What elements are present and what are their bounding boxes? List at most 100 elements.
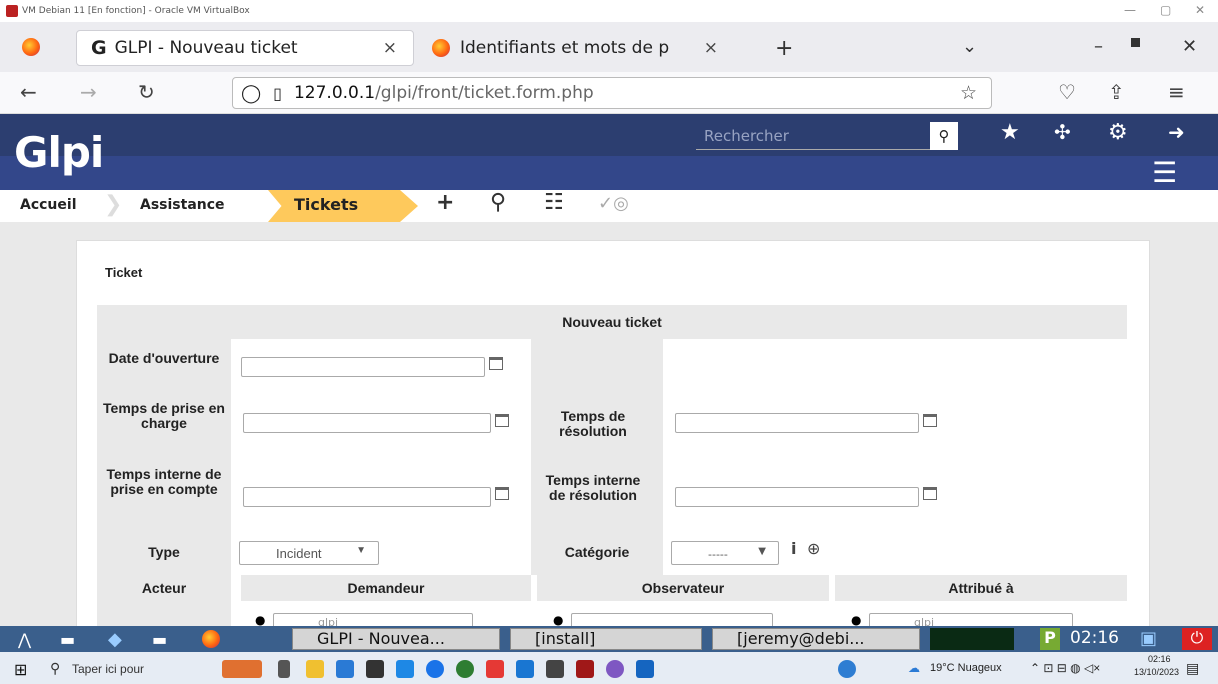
taskbar-window-install[interactable]: [install] [510, 628, 702, 650]
list-icon[interactable]: ☷ [544, 190, 564, 215]
new-tab-button[interactable]: + [775, 36, 793, 61]
shield-icon[interactable]: ◯ [241, 83, 261, 104]
temps-resolution-input[interactable] [675, 413, 919, 433]
windows-start-icon[interactable]: ⊞ [14, 660, 27, 680]
search-highlight-icon[interactable] [222, 660, 262, 678]
vm-clock: 02:16 [1070, 628, 1119, 648]
breadcrumb-tickets[interactable]: Tickets [268, 190, 418, 222]
gear-icon[interactable]: ⚙ [1108, 120, 1128, 145]
search-icon[interactable]: ⚲ [50, 660, 60, 677]
add-icon[interactable]: + [436, 190, 454, 215]
url-bar[interactable]: ◯ ▯ 127.0.0.1/glpi/front/ticket.form.php… [232, 77, 992, 109]
star-icon[interactable]: ★ [1000, 120, 1020, 145]
tab-label: GLPI - Nouveau ticket [114, 38, 298, 58]
calendar-icon[interactable] [923, 414, 937, 427]
temps-interne-prise-en-compte-input[interactable] [243, 487, 491, 507]
calendar-icon[interactable] [495, 414, 509, 427]
vscode-icon[interactable] [516, 660, 534, 678]
hamburger-menu-icon[interactable]: ☰ [1152, 156, 1177, 189]
date-ouverture-input[interactable] [241, 357, 485, 377]
tray-icons[interactable]: ⌃ ⊡ ⊟ ◍ ◁× [1030, 661, 1100, 675]
calendar-icon[interactable] [495, 487, 509, 500]
search-icon[interactable]: ⚲ [930, 122, 958, 150]
maximize-button[interactable] [1131, 38, 1140, 47]
info-icon[interactable]: i [791, 539, 796, 558]
firefox-favicon-icon [432, 39, 450, 57]
bug-icon[interactable]: ✣ [1054, 120, 1071, 144]
file-explorer-icon[interactable] [306, 660, 324, 678]
breadcrumb-assistance[interactable]: Assistance [140, 190, 225, 222]
card-title: Ticket [105, 265, 143, 280]
bookmark-star-icon[interactable]: ☆ [960, 82, 977, 104]
glpi-logo[interactable]: Glpi [14, 128, 104, 177]
vm-close-button[interactable]: ✕ [1195, 3, 1205, 17]
menu-hamburger-icon[interactable]: ≡ [1168, 80, 1185, 104]
calendar-icon[interactable] [923, 487, 937, 500]
calendar-icon[interactable] [489, 357, 503, 370]
tab-close-icon[interactable]: × [383, 38, 397, 58]
notification-icon[interactable]: ▤ [1186, 660, 1199, 677]
tab-label: Identifiants et mots de p [460, 38, 670, 58]
vm-guest-taskbar: ⋀ ▬ ◆ ▬ GLPI - Nouvea... [install] [jere… [0, 626, 1218, 652]
user-icon: ● [851, 613, 862, 627]
back-arrow-icon[interactable]: ← [20, 80, 37, 104]
dropbox-icon[interactable] [366, 660, 384, 678]
edge-icon[interactable] [426, 660, 444, 678]
windows-search-box[interactable]: Taper ici pour [72, 662, 144, 676]
weather-label[interactable]: 19°C Nuageux [930, 662, 1002, 674]
list-tabs-chevron-icon[interactable]: ⌄ [962, 36, 977, 57]
temps-prise-en-charge-input[interactable] [243, 413, 491, 433]
task-view-icon[interactable] [278, 660, 290, 678]
pocket-icon[interactable]: ♡ [1058, 80, 1076, 104]
virtualbox-icon [6, 5, 18, 17]
search-icon[interactable]: ⚲ [490, 190, 506, 215]
url-path: /glpi/front/ticket.form.php [375, 83, 594, 103]
close-button[interactable]: ✕ [1182, 36, 1197, 57]
chevron-down-icon: ▼ [356, 545, 366, 556]
vm-title: VM Debian 11 [En fonction] - Oracle VM V… [22, 6, 250, 16]
tab-close-icon[interactable]: × [704, 38, 718, 58]
app-icon[interactable] [606, 660, 624, 678]
firefox-launcher-icon[interactable] [202, 630, 220, 648]
power-icon[interactable]: ⏻ [1182, 628, 1212, 650]
user-icon: ● [553, 613, 564, 627]
vm-maximize-button[interactable]: ▢ [1160, 3, 1171, 17]
windows-taskbar: ⊞ ⚲ Taper ici pour ☁ 19°C Nuageux ⌃ ⊡ ⊟ … [0, 652, 1218, 684]
virtualbox-icon[interactable] [576, 660, 594, 678]
chrome-icon[interactable] [456, 660, 474, 678]
extensions-icon[interactable]: ⇪ [1108, 80, 1125, 104]
add-circle-icon[interactable]: ⊕ [807, 539, 820, 558]
breadcrumb-separator: ❯ [104, 192, 123, 217]
validation-icon[interactable]: ✓◎ [598, 193, 629, 214]
category-select[interactable]: ----- ▼ [671, 541, 779, 565]
word-icon[interactable] [636, 660, 654, 678]
minimize-button[interactable]: – [1094, 36, 1103, 57]
start-menu-icon[interactable]: ⋀ [18, 630, 31, 649]
app-icon[interactable] [396, 660, 414, 678]
network-icon[interactable]: ◆ [108, 629, 122, 650]
app-icon[interactable] [546, 660, 564, 678]
vm-minimize-button[interactable]: — [1124, 3, 1136, 17]
breadcrumb-accueil[interactable]: Accueil [20, 190, 77, 222]
panel-icon[interactable]: P [1040, 628, 1060, 650]
type-select[interactable]: Incident ▼ [239, 541, 379, 565]
tab-identifiants[interactable]: Identifiants et mots de p × [432, 30, 762, 66]
display-icon[interactable]: ▣ [1140, 628, 1157, 649]
app-icon[interactable] [486, 660, 504, 678]
terminal-icon[interactable]: ▬ [152, 630, 167, 649]
page-icon: ▯ [273, 83, 282, 103]
show-desktop-icon[interactable]: ▬ [60, 630, 75, 649]
app-icon[interactable] [838, 660, 856, 678]
forward-arrow-icon[interactable]: → [80, 80, 97, 104]
temps-interne-resolution-input[interactable] [675, 487, 919, 507]
label-temps-interne-resolution: Temps interne de résolution [545, 472, 641, 503]
firefox-icon[interactable] [22, 38, 40, 56]
mail-icon[interactable] [336, 660, 354, 678]
global-search-input[interactable]: Rechercher [696, 122, 930, 150]
tab-glpi-nouveau-ticket[interactable]: G GLPI - Nouveau ticket × [76, 30, 414, 66]
taskbar-window-firefox[interactable]: GLPI - Nouvea... [292, 628, 500, 650]
logout-icon[interactable]: ➜ [1168, 120, 1185, 144]
reload-icon[interactable]: ↻ [138, 80, 155, 104]
taskbar-window-terminal[interactable]: [jeremy@debi... [712, 628, 920, 650]
label-temps-interne-prise-en-compte: Temps interne de prise en compte [106, 466, 222, 497]
